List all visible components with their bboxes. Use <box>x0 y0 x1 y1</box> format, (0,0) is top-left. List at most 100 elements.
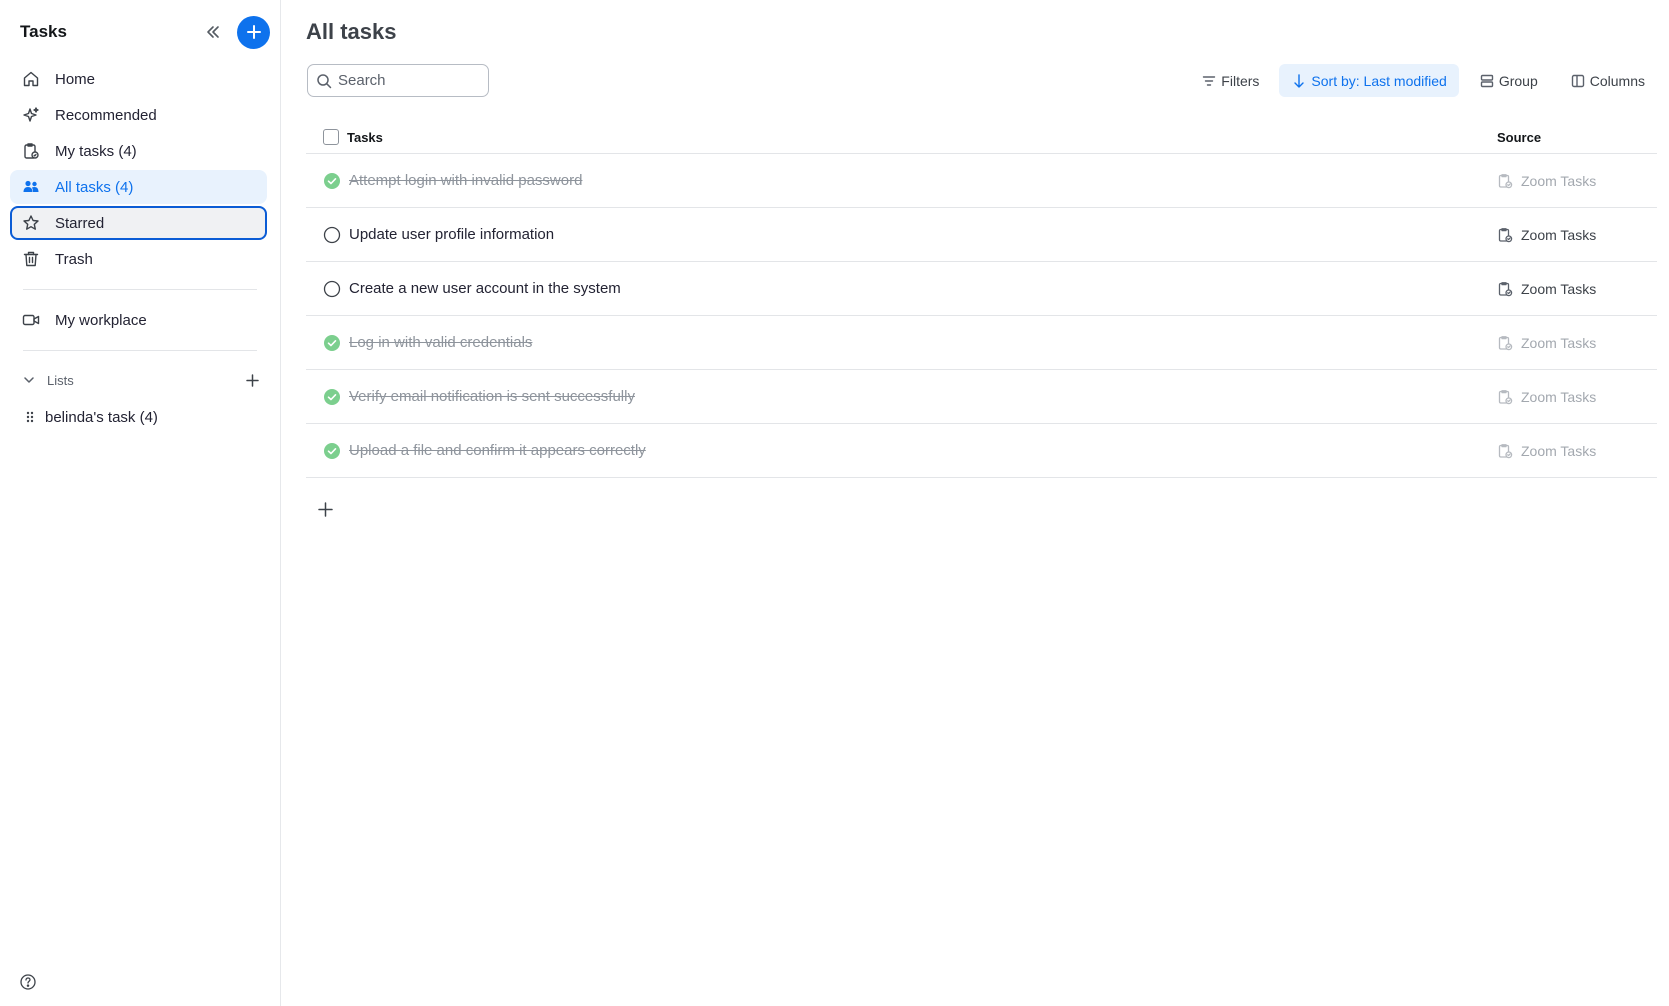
sidebar-divider <box>23 350 257 351</box>
people-icon <box>21 177 41 197</box>
column-header-tasks[interactable]: Tasks <box>347 130 1497 145</box>
task-source: Zoom Tasks <box>1497 389 1657 405</box>
incomplete-circle-icon[interactable] <box>323 280 341 298</box>
sidebar-item-label: Home <box>55 70 96 88</box>
filter-icon <box>1203 75 1216 86</box>
select-all-checkbox[interactable] <box>323 129 339 145</box>
filters-button[interactable]: Filters <box>1189 64 1271 97</box>
task-name[interactable]: Create a new user account in the system <box>349 280 1497 297</box>
new-task-button[interactable] <box>237 15 270 49</box>
completed-check-icon[interactable] <box>323 334 341 352</box>
table-row[interactable]: Upload a file and confirm it appears cor… <box>306 424 1657 478</box>
incomplete-circle-icon[interactable] <box>323 226 341 244</box>
table-body: Attempt login with invalid password Zoom … <box>306 154 1657 478</box>
task-source: Zoom Tasks <box>1497 173 1657 189</box>
zoom-tasks-icon <box>1498 173 1513 188</box>
source-label: Zoom Tasks <box>1521 226 1597 243</box>
task-source: Zoom Tasks <box>1497 443 1657 459</box>
sidebar-item-label: All tasks (4) <box>55 178 134 196</box>
lists-label: Lists <box>47 372 74 388</box>
plus-icon <box>317 501 333 517</box>
help-icon[interactable] <box>19 973 37 991</box>
sort-label: Sort by: Last modified <box>1311 72 1447 89</box>
zoom-tasks-icon <box>1498 281 1513 296</box>
main-content: All tasks Filters Sort by: Last modified… <box>282 0 1669 1006</box>
group-icon <box>1480 74 1494 87</box>
lists-section-header[interactable]: Lists <box>10 364 267 396</box>
zoom-tasks-icon <box>1498 443 1513 458</box>
zoom-tasks-icon <box>1498 389 1513 404</box>
app-title: Tasks <box>20 22 67 41</box>
search-icon <box>317 73 332 88</box>
sparkle-icon <box>21 105 41 125</box>
sort-button[interactable]: Sort by: Last modified <box>1279 64 1459 97</box>
sidebar-item-starred[interactable]: Starred <box>10 206 267 240</box>
task-name[interactable]: Upload a file and confirm it appears cor… <box>349 442 1497 459</box>
plus-icon <box>246 25 261 39</box>
source-label: Zoom Tasks <box>1521 334 1597 351</box>
columns-icon <box>1571 74 1584 87</box>
zoom-tasks-icon <box>1498 227 1513 242</box>
toolbar: Filters Sort by: Last modified Group Col… <box>1181 64 1657 97</box>
sidebar-divider <box>23 289 257 290</box>
sidebar-item-recommended[interactable]: Recommended <box>10 98 267 132</box>
sidebar-header: Tasks <box>20 15 270 49</box>
sidebar-nav: Home Recommended My tasks (4) All tasks … <box>10 62 267 434</box>
zoom-tasks-icon <box>1498 335 1513 350</box>
sidebar-item-my-tasks[interactable]: My tasks (4) <box>10 134 267 168</box>
task-name[interactable]: Log in with valid credentials <box>349 334 1497 351</box>
completed-check-icon[interactable] <box>323 388 341 406</box>
sidebar-item-label: My tasks (4) <box>55 142 137 160</box>
chevron-down-icon <box>24 377 34 383</box>
video-icon <box>21 310 41 330</box>
sidebar-item-trash[interactable]: Trash <box>10 242 267 276</box>
table-row[interactable]: Create a new user account in the system Z… <box>306 262 1657 316</box>
task-name[interactable]: Verify email notification is sent succes… <box>349 388 1497 405</box>
sidebar-item-my-workplace[interactable]: My workplace <box>10 303 267 337</box>
completed-check-icon[interactable] <box>323 442 341 460</box>
add-list-button[interactable] <box>241 369 263 391</box>
star-icon <box>21 213 41 233</box>
search-box[interactable] <box>307 64 489 97</box>
task-name[interactable]: Update user profile information <box>349 226 1497 243</box>
group-label: Group <box>1498 72 1538 89</box>
group-button[interactable]: Group <box>1467 64 1550 97</box>
list-item-belindas-task[interactable]: belinda's task (4) <box>10 400 267 434</box>
table-header: Tasks Source <box>306 121 1657 154</box>
sidebar-item-label: Recommended <box>55 106 157 124</box>
sidebar: Tasks Home Recommended My tasks (4) All … <box>0 0 281 1006</box>
source-label: Zoom Tasks <box>1521 442 1597 459</box>
page-title: All tasks <box>306 19 397 44</box>
home-icon <box>21 69 41 89</box>
trash-icon <box>21 249 41 269</box>
task-source: Zoom Tasks <box>1497 281 1657 297</box>
task-source: Zoom Tasks <box>1497 335 1657 351</box>
list-item-label: belinda's task (4) <box>45 408 158 426</box>
source-label: Zoom Tasks <box>1521 280 1597 297</box>
sidebar-item-all-tasks[interactable]: All tasks (4) <box>10 170 267 204</box>
table-row[interactable]: Attempt login with invalid password Zoom … <box>306 154 1657 208</box>
sidebar-item-label: My workplace <box>55 311 147 329</box>
sidebar-item-home[interactable]: Home <box>10 62 267 96</box>
table-row[interactable]: Update user profile information Zoom Task… <box>306 208 1657 262</box>
search-input[interactable] <box>338 72 478 89</box>
table-row[interactable]: Verify email notification is sent succes… <box>306 370 1657 424</box>
arrow-down-icon <box>1294 73 1305 88</box>
task-source: Zoom Tasks <box>1497 227 1657 243</box>
source-label: Zoom Tasks <box>1521 388 1597 405</box>
my-tasks-icon <box>21 141 41 161</box>
plus-icon <box>245 373 259 387</box>
column-header-source[interactable]: Source <box>1497 130 1657 145</box>
task-name[interactable]: Attempt login with invalid password <box>349 172 1497 189</box>
filters-label: Filters <box>1221 72 1260 89</box>
completed-check-icon[interactable] <box>323 172 341 190</box>
tasks-table: Tasks Source Attempt login with invalid … <box>306 121 1657 478</box>
columns-label: Columns <box>1589 72 1645 89</box>
collapse-sidebar-button[interactable] <box>199 18 227 46</box>
sidebar-item-label: Trash <box>55 250 93 268</box>
table-row[interactable]: Log in with valid credentials Zoom Tasks <box>306 316 1657 370</box>
add-task-button[interactable] <box>315 499 335 519</box>
drag-handle-icon[interactable] <box>23 410 37 424</box>
columns-button[interactable]: Columns <box>1558 64 1657 97</box>
double-chevron-left-icon <box>207 26 219 38</box>
